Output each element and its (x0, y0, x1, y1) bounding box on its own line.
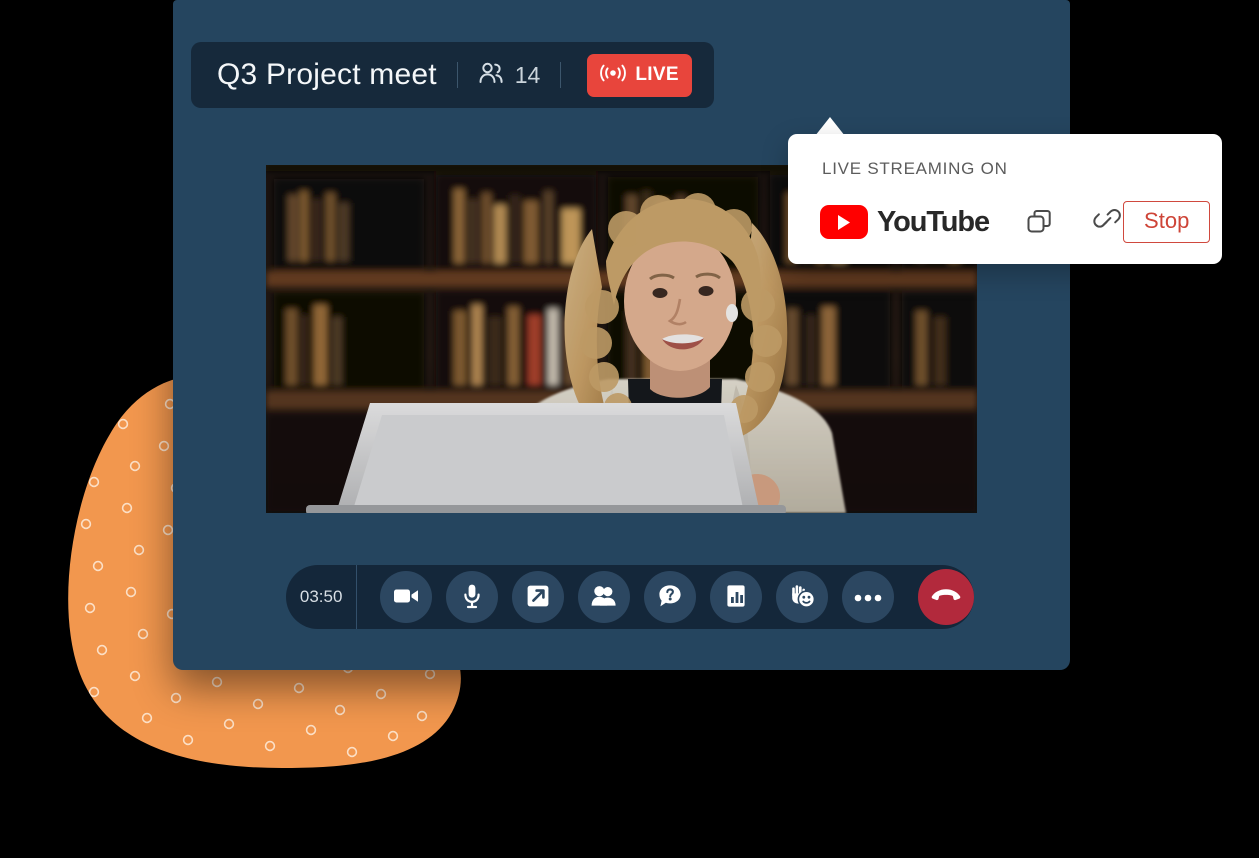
participant-count: 14 (514, 61, 541, 88)
live-streaming-popover: LIVE STREAMING ON YouTube Stop (788, 134, 1222, 264)
meeting-control-bar: 03:50 (286, 565, 974, 629)
poll-chart-button[interactable] (710, 571, 762, 623)
meeting-timer: 03:50 (299, 587, 343, 606)
end-call-button[interactable] (918, 569, 974, 625)
people-icon (478, 62, 504, 89)
end-call-icon (931, 587, 961, 608)
video-camera-icon (393, 586, 419, 609)
page-root: Q3 Project meet 14 LIVE LIVE STREAMING O… (0, 0, 1259, 858)
participants-icon (591, 585, 617, 610)
live-badge[interactable]: LIVE (587, 53, 692, 97)
broadcast-icon (598, 63, 628, 88)
header-divider-1 (456, 62, 458, 88)
raise-hand-emoji-icon (788, 583, 816, 612)
link-icon[interactable] (1091, 207, 1123, 237)
qa-chat-icon (658, 584, 682, 611)
stop-stream-button[interactable]: Stop (1123, 201, 1211, 243)
reactions-button[interactable] (776, 571, 828, 623)
participant-count-group[interactable]: 14 (478, 61, 541, 89)
more-options-icon (854, 590, 882, 605)
qa-chat-button[interactable] (644, 571, 696, 623)
participants-button[interactable] (578, 571, 630, 623)
poll-chart-icon (726, 584, 746, 611)
more-options-button[interactable] (842, 571, 894, 623)
meeting-header-bar: Q3 Project meet 14 LIVE (191, 42, 714, 108)
live-badge-label: LIVE (635, 64, 679, 85)
screen-share-icon (526, 584, 550, 611)
copy-icon[interactable] (1025, 207, 1055, 237)
page-title: Q3 Project meet (217, 58, 437, 91)
microphone-icon (462, 583, 482, 612)
youtube-play-icon (820, 205, 868, 239)
popover-label: LIVE STREAMING ON (822, 159, 1008, 178)
screen-share-button[interactable] (512, 571, 564, 623)
video-camera-button[interactable] (380, 571, 432, 623)
youtube-wordmark: YouTube (877, 205, 990, 238)
youtube-logo: YouTube (820, 205, 990, 239)
header-divider-2 (560, 62, 562, 88)
microphone-button[interactable] (446, 571, 498, 623)
